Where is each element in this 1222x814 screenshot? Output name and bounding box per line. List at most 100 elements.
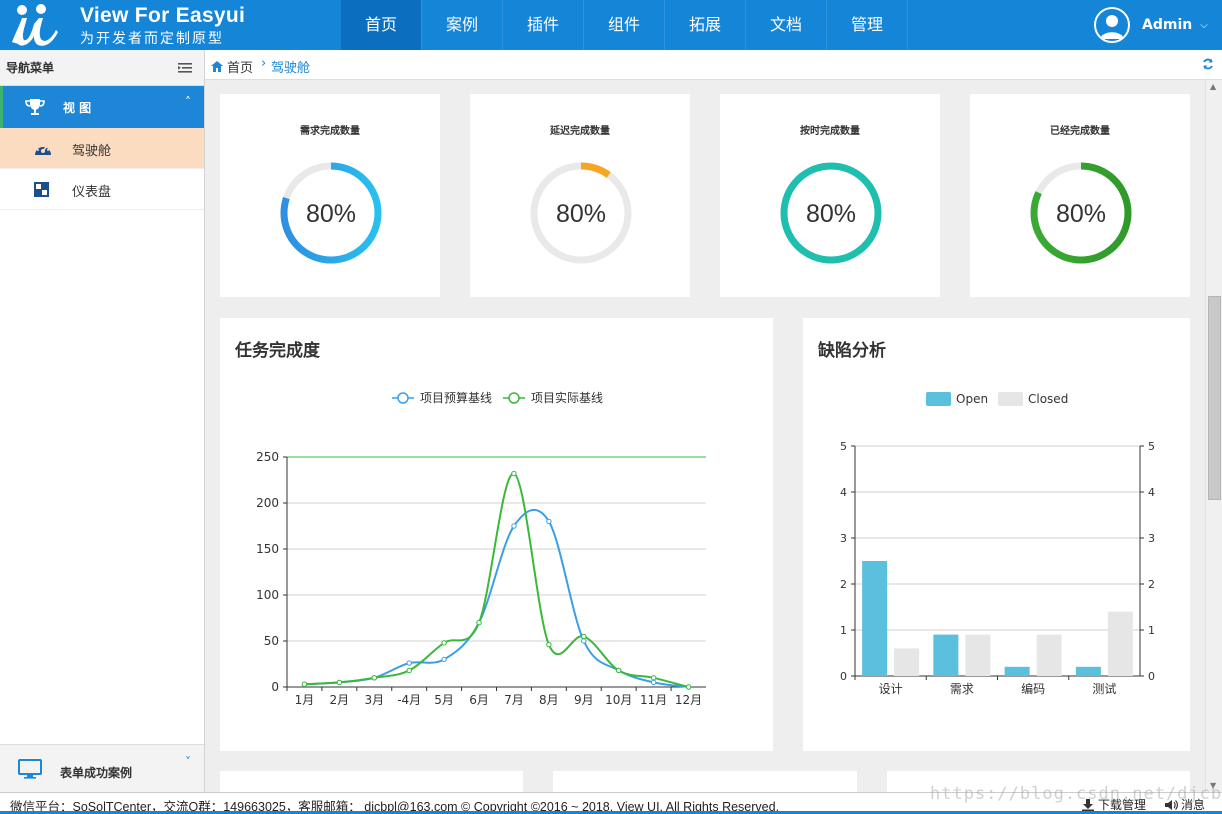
y-tick-label: 200 xyxy=(256,496,279,510)
x-tick-label: 11月 xyxy=(640,693,667,707)
sidebar-item-cockpit[interactable]: 驾驶舱 xyxy=(0,128,204,169)
x-tick-label: 6月 xyxy=(469,693,489,707)
data-point xyxy=(685,684,692,690)
chevron-double-up-icon[interactable]: ˄ xyxy=(185,95,191,109)
nav-item[interactable]: 首页 xyxy=(341,0,422,50)
x-tick-label: 设计 xyxy=(879,682,903,696)
sidebar-item-label: 仪表盘 xyxy=(72,185,112,200)
breadcrumb-current[interactable]: 驾驶舱 xyxy=(271,57,310,76)
vertical-scrollbar[interactable]: ▲ ▼ xyxy=(1205,80,1222,792)
main-content: 需求完成数量 80% 延迟完成数量 80% 按时完成数量 80% 已经完成数量 … xyxy=(205,80,1205,792)
data-point xyxy=(650,675,657,681)
data-point xyxy=(511,470,517,477)
data-point xyxy=(476,619,482,626)
scroll-thumb[interactable] xyxy=(1208,296,1221,500)
sidebar-header: 导航菜单 xyxy=(0,50,204,86)
nav-item[interactable]: 组件 xyxy=(584,0,665,50)
user-menu[interactable]: Admin ⌵ xyxy=(1094,6,1208,44)
legend-marker xyxy=(508,392,520,404)
x-tick-label: 需求 xyxy=(950,682,974,696)
data-point xyxy=(371,675,377,681)
top-header: View For Easyui 为开发者而定制原型 首页 案例 插件 组件 拓展 文档 管理… xyxy=(0,0,1222,50)
y-tick-label-right: 0 xyxy=(1148,670,1155,683)
data-point xyxy=(441,640,447,646)
trophy-icon xyxy=(25,99,45,115)
sidebar-item-label: 驾驶舱 xyxy=(72,144,112,159)
bar-chart: Open Closed 0 0 1 1 2 2 3 3 4 4 5 5 设计 需求 编码 测试 xyxy=(840,392,1155,696)
sidebar-bottom-group[interactable]: 表单成功案例 ˅ xyxy=(0,744,204,792)
x-tick-label: 测试 xyxy=(1092,681,1116,696)
y-tick-label: 5 xyxy=(840,440,847,453)
bar xyxy=(862,561,888,676)
x-tick-label: 2月 xyxy=(330,693,350,707)
x-tick-label: 编码 xyxy=(1021,681,1045,696)
x-tick-label: 10月 xyxy=(605,693,632,707)
nav-item[interactable]: 管理 xyxy=(827,0,908,50)
stat-card: 按时完成数量 80% xyxy=(720,94,940,297)
legend-label: Open xyxy=(956,392,988,406)
stat-title: 延迟完成数量 xyxy=(550,126,610,137)
y-tick-label-right: 4 xyxy=(1148,486,1155,499)
x-tick-label: 8月 xyxy=(539,693,559,707)
sidebar-bottom-label: 表单成功案例 xyxy=(60,766,133,780)
progress-value: 80% xyxy=(806,200,856,228)
bar xyxy=(894,648,920,676)
home-icon xyxy=(211,61,223,72)
stat-title: 需求完成数量 xyxy=(300,126,360,137)
defect-panel: 缺陷分析 Open Closed 0 0 1 1 2 2 3 3 4 4 5 5 设计 需求 编码 测试 xyxy=(803,318,1190,751)
data-point xyxy=(336,679,343,686)
progress-ring: 80% xyxy=(1030,162,1132,264)
progress-value: 80% xyxy=(1056,200,1106,228)
y-tick-label: 3 xyxy=(840,532,847,545)
menu-collapse-icon[interactable] xyxy=(178,63,192,73)
avatar[interactable] xyxy=(1094,7,1130,43)
sidebar: 导航菜单 视 图 ˄ 驾驶舱 仪表盘 表单成功案例 ˅ xyxy=(0,50,205,792)
nav-item[interactable]: 案例 xyxy=(422,0,503,50)
y-tick-label: 50 xyxy=(264,634,279,648)
breadcrumb-home[interactable]: 首页 xyxy=(211,57,253,76)
legend-marker xyxy=(397,392,409,404)
user-name[interactable]: Admin xyxy=(1142,17,1192,33)
chevron-double-down-icon[interactable]: ˅ xyxy=(185,755,191,769)
line-chart: 项目预算基线 项目实际基线 0 50 100 150 200 250 1月 2月 3月 -4月 5月 6月… xyxy=(256,390,706,707)
x-tick-label: 9月 xyxy=(574,693,594,707)
stat-title: 已经完成数量 xyxy=(1050,126,1110,137)
bottom-card xyxy=(220,771,523,792)
progress-ring: 80% xyxy=(780,162,882,264)
x-tick-label: 1月 xyxy=(295,693,315,707)
scroll-up-icon[interactable]: ▲ xyxy=(1210,82,1216,91)
sidebar-group-view[interactable]: 视 图 ˄ xyxy=(0,86,204,128)
logo-icon[interactable] xyxy=(8,2,68,48)
progress-value: 80% xyxy=(556,200,606,228)
legend-label: 项目预算基线 xyxy=(420,390,492,405)
y-tick-label-right: 1 xyxy=(1148,624,1155,637)
sidebar-item-dashboard[interactable]: 仪表盘 xyxy=(0,169,204,210)
bar xyxy=(1107,611,1133,676)
data-point xyxy=(546,518,552,525)
bar xyxy=(1036,634,1062,676)
y-tick-label: 250 xyxy=(256,450,279,464)
x-tick-label: 7月 xyxy=(504,693,524,707)
chevron-down-icon[interactable]: ⌵ xyxy=(1200,20,1208,31)
y-tick-label: 1 xyxy=(840,624,847,637)
x-tick-label: 5月 xyxy=(434,693,454,707)
sidebar-title: 导航菜单 xyxy=(6,61,55,75)
legend-swatch xyxy=(998,392,1023,406)
stat-card: 已经完成数量 80% xyxy=(970,94,1190,297)
data-point xyxy=(511,523,517,529)
x-tick-label: 3月 xyxy=(364,693,384,707)
legend-swatch xyxy=(926,392,951,406)
x-tick-label: -4月 xyxy=(397,693,421,707)
data-point xyxy=(441,656,447,663)
refresh-icon[interactable] xyxy=(1202,58,1214,70)
nav-item[interactable]: 拓展 xyxy=(665,0,746,50)
y-tick-label: 100 xyxy=(256,588,279,602)
y-tick-label-right: 2 xyxy=(1148,578,1155,591)
breadcrumb-home-label: 首页 xyxy=(227,61,254,76)
main-nav: 首页 案例 插件 组件 拓展 文档 管理 xyxy=(341,0,908,50)
stat-card: 需求完成数量 80% xyxy=(220,94,440,297)
nav-item[interactable]: 插件 xyxy=(503,0,584,50)
breadcrumb: 首页 › 驾驶舱 xyxy=(205,50,1222,80)
nav-item[interactable]: 文档 xyxy=(746,0,827,50)
y-tick-label-right: 3 xyxy=(1148,532,1155,545)
